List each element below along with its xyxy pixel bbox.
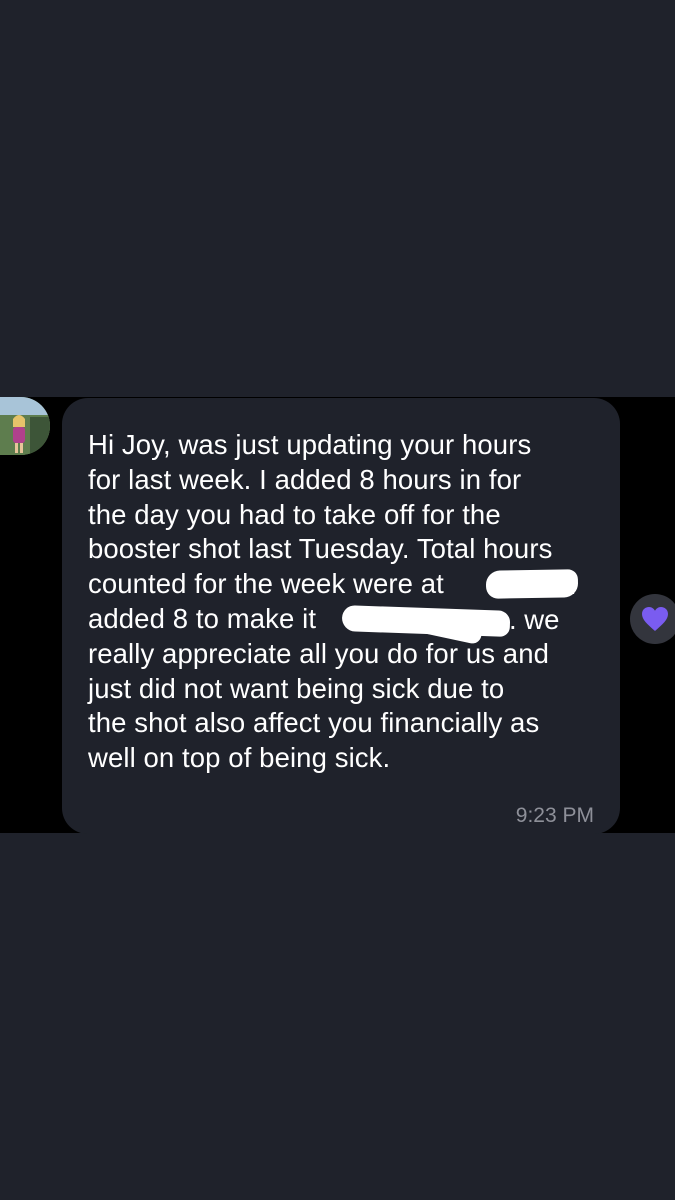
message-timestamp: 9:23 PM — [515, 804, 594, 827]
conversation-background-top — [0, 0, 675, 397]
message-line: for last week. I added 8 hours in for — [88, 463, 522, 495]
message-line: booster shot last Tuesday. Total hours — [88, 533, 553, 565]
message-text: Hi Joy, was just updating your hours for… — [88, 428, 608, 776]
message-line: counted for the week were at — [88, 568, 444, 600]
message-line: well on top of being sick. — [88, 742, 391, 774]
line-tail-text: I — [569, 569, 577, 600]
message-line: the day you had to take off for the — [88, 498, 501, 530]
redaction-mark — [485, 569, 579, 599]
message-line: just did not want being sick due to — [88, 672, 505, 704]
line-tail-text: . we — [509, 604, 560, 635]
message-bubble[interactable]: Hi Joy, was just updating your hours for… — [62, 398, 620, 834]
conversation-background-bottom — [0, 833, 675, 1200]
message-line: added 8 to make it — [88, 602, 317, 634]
message-line: really appreciate all you do for us and — [88, 637, 549, 669]
message-line: Hi Joy, was just updating your hours — [88, 429, 532, 460]
heart-icon — [642, 607, 668, 631]
reaction-badge[interactable] — [630, 594, 675, 644]
message-line: the shot also affect you financially as — [88, 707, 540, 739]
